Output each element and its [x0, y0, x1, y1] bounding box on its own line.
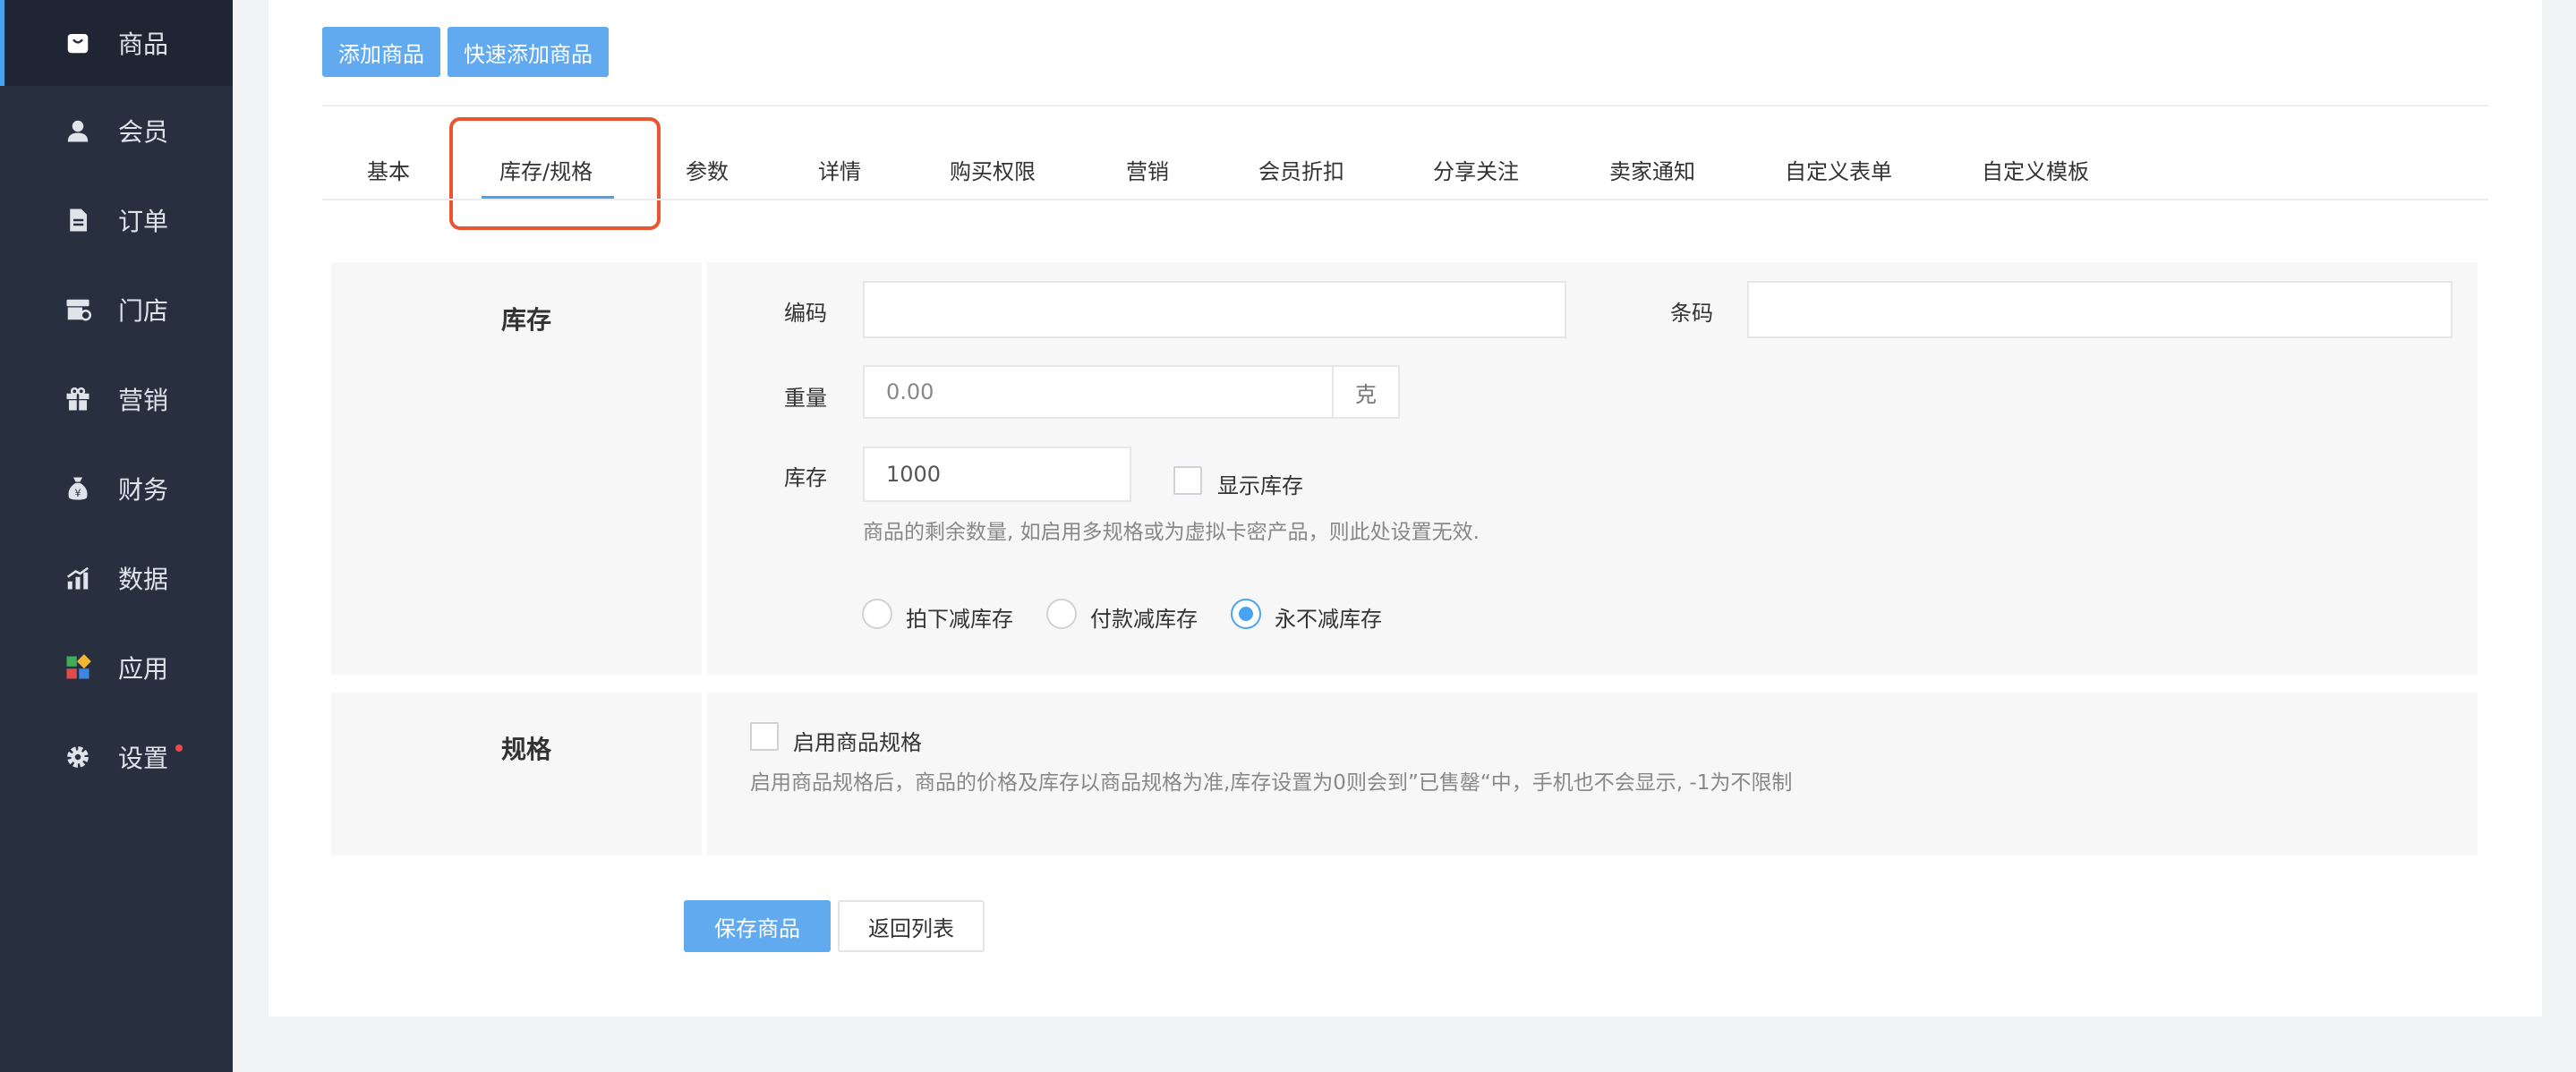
spec-hint: 启用商品规格后，商品的价格及库存以商品规格为准,库存设置为0则会到”已售罄“中，…: [750, 771, 1793, 795]
enable-spec-label[interactable]: 启用商品规格: [793, 725, 922, 756]
tabs-divider: [322, 199, 2488, 200]
sidebar-item-label: 门店: [118, 296, 169, 326]
barcode-label: 条码: [1670, 301, 1713, 326]
document-icon: [63, 205, 93, 235]
sidebar-item-label: 设置: [118, 744, 169, 773]
show-stock-label[interactable]: 显示库存: [1217, 468, 1303, 499]
weight-input[interactable]: 0.00: [863, 365, 1334, 419]
add-product-button[interactable]: 添加商品: [322, 27, 440, 77]
sidebar-item-apps[interactable]: 应用: [0, 625, 233, 710]
sidebar-item-label: 应用: [118, 654, 169, 684]
quick-add-product-button[interactable]: 快速添加商品: [448, 27, 609, 77]
gear-icon: [63, 742, 93, 772]
inventory-section-title: 库存: [501, 305, 552, 335]
tab-basic[interactable]: 基本: [367, 154, 410, 185]
sidebar-item-label: 订单: [118, 207, 169, 236]
sidebar-item-finance[interactable]: ¥ 财务: [0, 446, 233, 532]
code-input[interactable]: [863, 281, 1566, 338]
spec-section-title: 规格: [501, 735, 552, 764]
gift-icon: [63, 384, 93, 414]
divider: [322, 105, 2488, 106]
sidebar-item-label: 数据: [118, 565, 169, 594]
barcode-input[interactable]: [1747, 281, 2452, 338]
highlight-box: [449, 117, 661, 230]
never-deduct-radio[interactable]: [1231, 599, 1261, 629]
weight-label: 重量: [784, 386, 827, 411]
deduct-on-payment-radio[interactable]: [1046, 599, 1077, 629]
money-bag-icon: ¥: [63, 473, 93, 504]
tab-custom-form[interactable]: 自定义表单: [1785, 154, 1892, 185]
store-icon: [63, 294, 93, 325]
tab-custom-template[interactable]: 自定义模板: [1982, 154, 2089, 185]
tab-params[interactable]: 参数: [686, 154, 729, 185]
code-label: 编码: [784, 301, 827, 326]
tab-share-follow[interactable]: 分享关注: [1433, 154, 1519, 185]
bar-chart-icon: [63, 563, 93, 593]
back-to-list-button[interactable]: 返回列表: [838, 900, 985, 952]
sidebar-item-orders[interactable]: 订单: [0, 177, 233, 263]
sidebar-item-members[interactable]: 会员: [0, 88, 233, 174]
sidebar-item-goods[interactable]: 商品: [0, 0, 233, 86]
tab-marketing[interactable]: 营销: [1126, 154, 1169, 185]
apps-icon: [63, 652, 93, 683]
sidebar-item-settings[interactable]: 设置: [0, 714, 233, 800]
enable-spec-checkbox[interactable]: [750, 722, 779, 751]
show-stock-checkbox[interactable]: [1173, 466, 1202, 495]
sidebar-item-label: 商品: [118, 30, 169, 59]
sidebar-item-data[interactable]: 数据: [0, 535, 233, 621]
never-deduct-label[interactable]: 永不减库存: [1275, 601, 1382, 633]
sidebar-item-label: 财务: [118, 475, 169, 505]
sidebar-item-label: 会员: [118, 117, 169, 147]
deduct-on-order-label[interactable]: 拍下减库存: [906, 601, 1013, 633]
sidebar-item-marketing[interactable]: 营销: [0, 356, 233, 442]
notification-dot: [175, 744, 183, 752]
stock-label: 库存: [784, 465, 827, 490]
deduct-on-payment-label[interactable]: 付款减库存: [1090, 601, 1198, 633]
user-icon: [63, 115, 93, 146]
stock-hint: 商品的剩余数量, 如启用多规格或为虚拟卡密产品，则此处设置无效.: [863, 521, 1480, 544]
tab-seller-notice[interactable]: 卖家通知: [1609, 154, 1695, 185]
spec-section-label-area: [331, 693, 702, 855]
sidebar: 商品 会员 订单 门店 营销 ¥ 财务 数据 应用 设置: [0, 0, 233, 1072]
tab-details[interactable]: 详情: [818, 154, 861, 185]
stock-input[interactable]: 1000: [863, 447, 1131, 502]
shopping-bag-icon: [63, 28, 93, 58]
svg-text:¥: ¥: [74, 488, 81, 499]
weight-unit: 克: [1332, 365, 1400, 419]
save-product-button[interactable]: 保存商品: [684, 900, 831, 952]
deduct-on-order-radio[interactable]: [862, 599, 892, 629]
tab-purchase-permission[interactable]: 购买权限: [950, 154, 1036, 185]
sidebar-item-stores[interactable]: 门店: [0, 267, 233, 353]
tab-member-discount[interactable]: 会员折扣: [1258, 154, 1344, 185]
sidebar-item-label: 营销: [118, 386, 169, 415]
